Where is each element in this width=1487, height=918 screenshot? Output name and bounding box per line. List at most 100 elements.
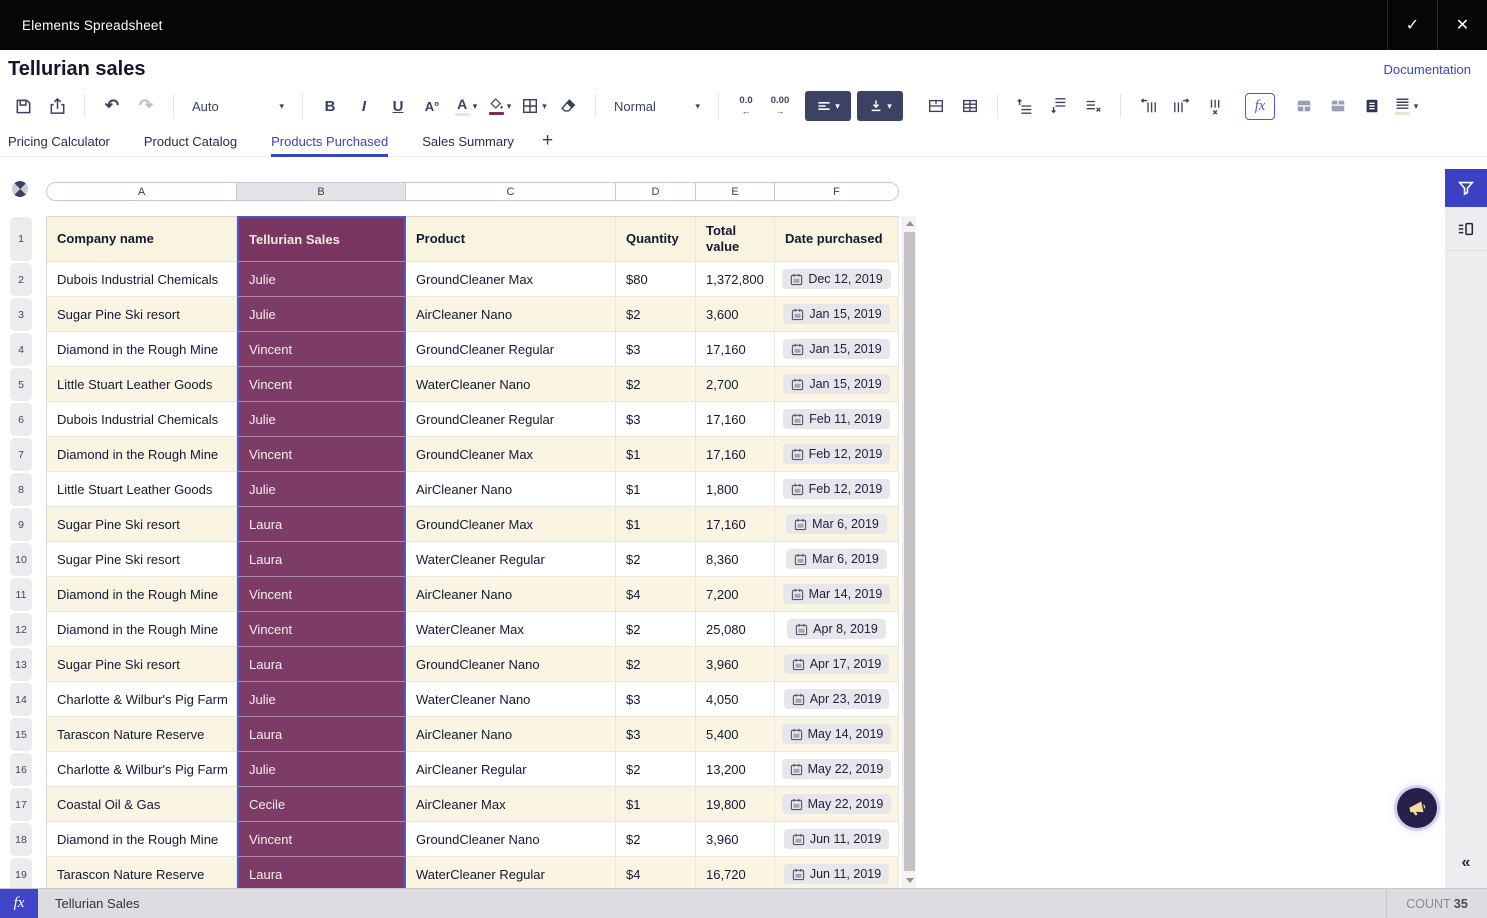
cell-quantity[interactable]: $3: [616, 332, 696, 367]
cell-total-value[interactable]: 16,720: [696, 857, 775, 888]
cell-total-value[interactable]: 19,800: [696, 787, 775, 822]
cell-company[interactable]: Charlotte & Wilbur's Pig Farm: [46, 752, 237, 787]
cell-total-value[interactable]: 1,800: [696, 472, 775, 507]
date-chip[interactable]: Apr 23, 2019: [784, 689, 890, 709]
cell-date[interactable]: Apr 23, 2019: [775, 682, 899, 717]
card-view-button[interactable]: [1357, 91, 1387, 121]
cell-quantity[interactable]: $2: [616, 367, 696, 402]
cell-company[interactable]: Coastal Oil & Gas: [46, 787, 237, 822]
cell-total-value[interactable]: 7,200: [696, 577, 775, 612]
column-letter-d[interactable]: D: [616, 183, 696, 200]
redo-button[interactable]: ↷: [131, 91, 161, 121]
cell-salesperson[interactable]: Julie: [237, 752, 406, 787]
filter-button[interactable]: [1445, 169, 1487, 207]
cell-product[interactable]: AirCleaner Nano: [406, 472, 616, 507]
cell-total-value[interactable]: 5,400: [696, 717, 775, 752]
collapse-panel-button[interactable]: «: [1445, 854, 1487, 872]
cell-date[interactable]: Jun 11, 2019: [775, 857, 899, 888]
cell-total-value[interactable]: 4,050: [696, 682, 775, 717]
date-chip[interactable]: May 14, 2019: [782, 724, 892, 744]
cell-product[interactable]: AirCleaner Nano: [406, 577, 616, 612]
cell-total-value[interactable]: 13,200: [696, 752, 775, 787]
cell-quantity[interactable]: $1: [616, 507, 696, 542]
cell-total-value[interactable]: 17,160: [696, 402, 775, 437]
cell-date[interactable]: Feb 12, 2019: [775, 437, 899, 472]
row-number[interactable]: 15: [10, 718, 32, 751]
undo-button[interactable]: ↶: [97, 91, 127, 121]
header-date-purchased[interactable]: Date purchased: [775, 216, 899, 262]
row-number[interactable]: 1: [10, 217, 32, 261]
row-number[interactable]: 5: [10, 368, 32, 401]
cell-date[interactable]: Mar 14, 2019: [775, 577, 899, 612]
confirm-button[interactable]: ✓: [1387, 0, 1437, 50]
text-color-button[interactable]: A ▾: [451, 91, 481, 121]
cell-product[interactable]: WaterCleaner Regular: [406, 542, 616, 577]
row-number[interactable]: 16: [10, 753, 32, 786]
table-style-alt-button[interactable]: [1323, 91, 1353, 121]
cell-company[interactable]: Diamond in the Rough Mine: [46, 577, 237, 612]
cell-salesperson[interactable]: Cecile: [237, 787, 406, 822]
row-number[interactable]: 6: [10, 403, 32, 436]
cell-company[interactable]: Sugar Pine Ski resort: [46, 542, 237, 577]
insert-row-below-button[interactable]: [1044, 91, 1074, 121]
cell-salesperson[interactable]: Julie: [237, 262, 406, 297]
cell-date[interactable]: Feb 12, 2019: [775, 472, 899, 507]
cell-company[interactable]: Little Stuart Leather Goods: [46, 367, 237, 402]
cell-company[interactable]: Sugar Pine Ski resort: [46, 647, 237, 682]
cell-total-value[interactable]: 3,600: [696, 297, 775, 332]
cell-product[interactable]: AirCleaner Max: [406, 787, 616, 822]
date-chip[interactable]: Dec 12, 2019: [782, 269, 890, 289]
clear-format-button[interactable]: [553, 91, 583, 121]
decrease-decimals-button[interactable]: 0.0←: [731, 91, 761, 121]
cell-salesperson[interactable]: Laura: [237, 507, 406, 542]
cell-salesperson[interactable]: Laura: [237, 542, 406, 577]
row-height-button[interactable]: ▾: [1391, 91, 1421, 121]
cell-company[interactable]: Charlotte & Wilbur's Pig Farm: [46, 682, 237, 717]
column-letter-b[interactable]: B: [237, 183, 406, 200]
cell-quantity[interactable]: $2: [616, 542, 696, 577]
cell-date[interactable]: Jan 15, 2019: [775, 367, 899, 402]
unmerge-cells-button[interactable]: [955, 91, 985, 121]
cell-total-value[interactable]: 3,960: [696, 822, 775, 857]
row-number[interactable]: 14: [10, 683, 32, 716]
row-number[interactable]: 9: [10, 508, 32, 541]
cell-salesperson[interactable]: Vincent: [237, 367, 406, 402]
tab-sales-summary[interactable]: Sales Summary: [422, 126, 514, 157]
documentation-link[interactable]: Documentation: [1384, 62, 1471, 77]
cell-salesperson[interactable]: Laura: [237, 717, 406, 752]
tab-product-catalog[interactable]: Product Catalog: [144, 126, 237, 157]
cell-company[interactable]: Sugar Pine Ski resort: [46, 297, 237, 332]
cell-salesperson[interactable]: Julie: [237, 682, 406, 717]
header-product[interactable]: Product: [406, 216, 616, 262]
cell-date[interactable]: Mar 6, 2019: [775, 507, 899, 542]
cell-total-value[interactable]: 25,080: [696, 612, 775, 647]
cell-quantity[interactable]: $3: [616, 402, 696, 437]
cell-date[interactable]: Mar 6, 2019: [775, 542, 899, 577]
date-chip[interactable]: Mar 14, 2019: [783, 584, 891, 604]
cell-company[interactable]: Diamond in the Rough Mine: [46, 822, 237, 857]
cell-company[interactable]: Tarascon Nature Reserve: [46, 717, 237, 752]
cell-quantity[interactable]: $2: [616, 297, 696, 332]
cell-date[interactable]: Dec 12, 2019: [775, 262, 899, 297]
row-number[interactable]: 17: [10, 788, 32, 821]
formula-button[interactable]: fx: [1245, 93, 1275, 120]
cell-total-value[interactable]: 8,360: [696, 542, 775, 577]
close-button[interactable]: ✕: [1437, 0, 1487, 50]
cell-date[interactable]: Jan 15, 2019: [775, 332, 899, 367]
scrollbar-thumb[interactable]: [904, 232, 915, 871]
fill-color-button[interactable]: ▾: [485, 91, 515, 121]
cell-company[interactable]: Diamond in the Rough Mine: [46, 437, 237, 472]
cell-quantity[interactable]: $2: [616, 752, 696, 787]
vertical-align-button[interactable]: ▾: [857, 91, 903, 121]
cell-total-value[interactable]: 3,960: [696, 647, 775, 682]
row-number[interactable]: 2: [10, 263, 32, 296]
row-number[interactable]: 13: [10, 648, 32, 681]
insert-row-above-button[interactable]: [1010, 91, 1040, 121]
announcements-button[interactable]: [1397, 788, 1437, 828]
cell-quantity[interactable]: $3: [616, 717, 696, 752]
italic-button[interactable]: I: [349, 91, 379, 121]
header-company-name[interactable]: Company name: [46, 216, 237, 262]
delete-row-button[interactable]: [1078, 91, 1108, 121]
cell-date[interactable]: Apr 8, 2019: [775, 612, 899, 647]
cell-date[interactable]: May 22, 2019: [775, 787, 899, 822]
